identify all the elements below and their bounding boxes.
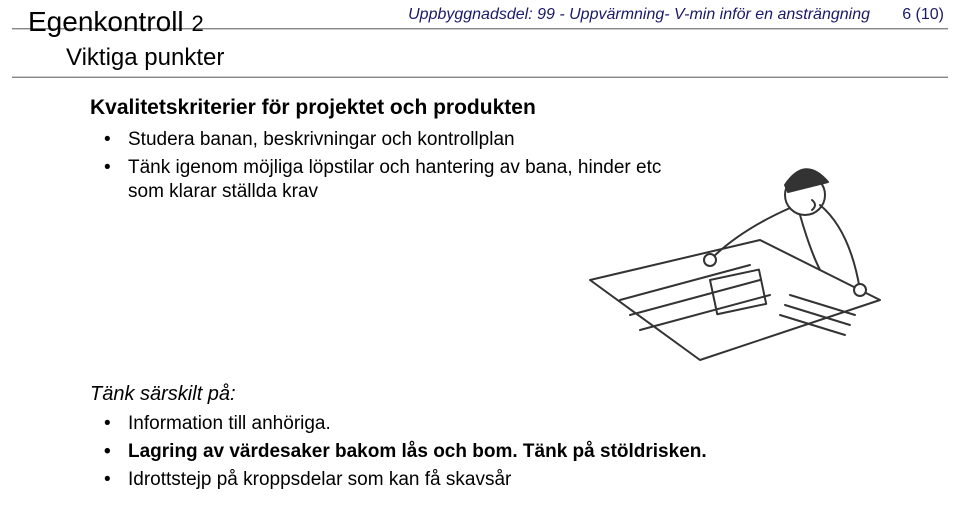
list-item: Information till anhöriga. (104, 412, 920, 436)
section2-list: Information till anhöriga. Lagring av vä… (90, 412, 920, 491)
list-item: Studera banan, beskrivningar och kontrol… (104, 128, 920, 152)
header-meta: Uppbyggnadsdel: 99 - Uppvärmning- V-min … (408, 6, 870, 24)
page-subtitle: Viktiga punkter (66, 44, 224, 72)
page-title: Egenkontroll 2 (28, 6, 204, 38)
title-number: 2 (191, 11, 203, 36)
reader-illustration (560, 150, 890, 370)
title-main-text: Egenkontroll (28, 6, 184, 37)
list-item: Lagring av värdesaker bakom lås och bom.… (104, 440, 920, 464)
section1-heading: Kvalitetskriterier för projektet och pro… (90, 96, 920, 120)
list-item: Idrottstejp på kroppsdelar som kan få sk… (104, 468, 920, 492)
page-number: 6 (10) (902, 6, 944, 24)
section2-heading: Tänk särskilt på: (90, 383, 920, 406)
